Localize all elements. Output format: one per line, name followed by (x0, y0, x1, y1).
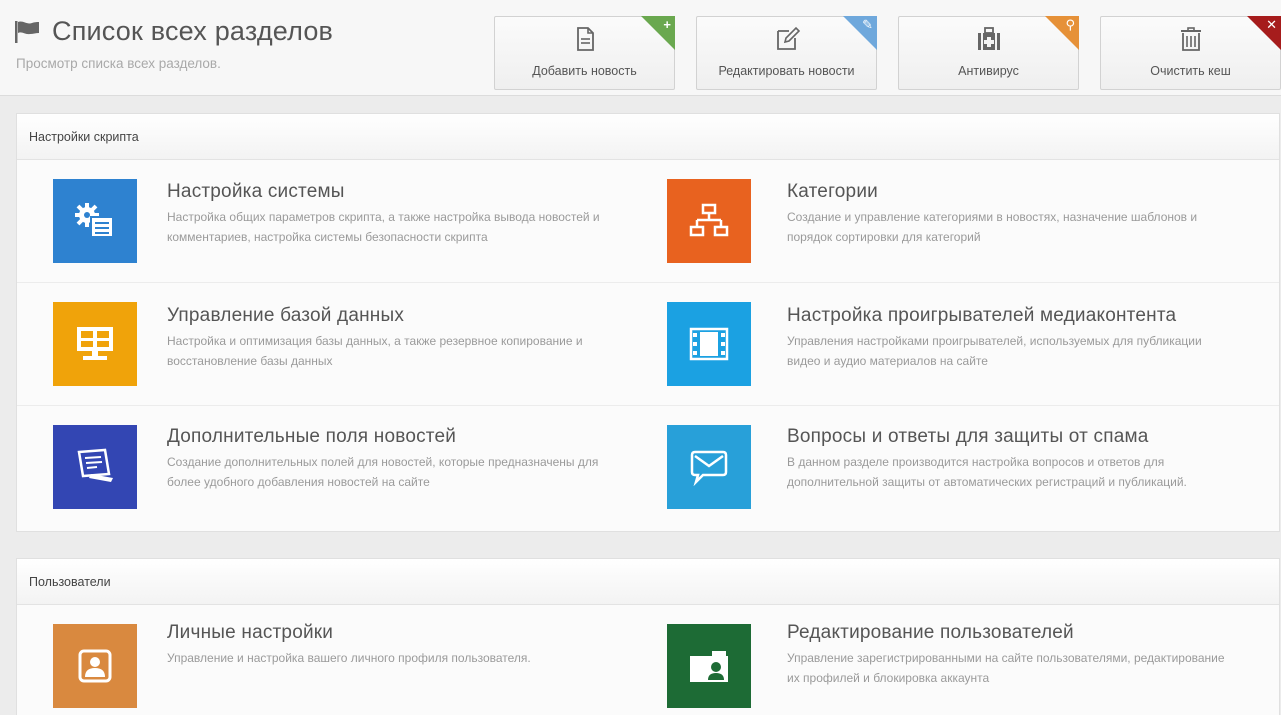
clear-cache-label: Очистить кеш (1150, 64, 1231, 78)
tile-title: Дополнительные поля новостей (167, 426, 457, 447)
tile-row: Настройка системы Настройка общих параме… (17, 160, 1279, 283)
section-title: Настройки скрипта (17, 114, 1279, 160)
tile-extra-fields[interactable]: Дополнительные поля новостей Создание до… (17, 406, 648, 531)
tile-text: Управление базой данных Настройка и опти… (167, 305, 612, 371)
sitemap-icon (667, 179, 751, 263)
tile-title: Редактирование пользователей (787, 622, 1074, 643)
settings-icon (53, 179, 137, 263)
tile-categories[interactable]: Категории Создание и управление категори… (648, 160, 1279, 282)
pencil-icon: ✎ (862, 17, 873, 32)
plus-icon: + (663, 17, 671, 32)
tile-text: Редактирование пользователей Управление … (787, 622, 1232, 688)
flag-icon (15, 20, 39, 43)
section-users: Пользователи Личные настройки Управление… (16, 558, 1280, 715)
tile-title: Категории (787, 181, 878, 202)
search-icon: ⚲ (1065, 17, 1075, 32)
tile-description: В данном разделе производится настройка … (787, 455, 1187, 489)
tile-media-players[interactable]: Настройка проигрывателей медиаконтента У… (648, 283, 1279, 405)
edit-icon (776, 26, 800, 50)
envelope-icon (667, 425, 751, 509)
trash-icon (1180, 27, 1201, 51)
tile-row: Личные настройки Управление и настройка … (17, 605, 1279, 715)
tile-row: Дополнительные поля новостей Создание до… (17, 406, 1279, 531)
tile-title: Настройка проигрывателей медиаконтента (787, 305, 1177, 326)
tile-description: Управление зарегистрированными на сайте … (787, 651, 1225, 685)
add-news-button[interactable]: Добавить новость + (494, 16, 675, 90)
tile-title: Личные настройки (167, 622, 334, 643)
tile-text: Вопросы и ответы для защиты от спама В д… (787, 426, 1232, 492)
page-subtitle: Просмотр списка всех разделов. (16, 56, 221, 71)
page-title: Список всех разделов (52, 16, 334, 46)
tile-anti-spam[interactable]: Вопросы и ответы для защиты от спама В д… (648, 406, 1279, 531)
form-icon (53, 425, 137, 509)
database-monitor-icon (53, 302, 137, 386)
tile-personal-settings[interactable]: Личные настройки Управление и настройка … (17, 605, 648, 715)
document-icon (576, 27, 594, 51)
section-script-settings: Настройки скрипта Настройка системы Наст… (16, 113, 1280, 532)
tile-text: Настройка проигрывателей медиаконтента У… (787, 305, 1232, 371)
toolbar-actions: Добавить новость + Редактировать новости… (494, 16, 1281, 90)
title-row: Список всех разделов (14, 16, 333, 47)
antivirus-button[interactable]: Антивирус ⚲ (898, 16, 1079, 90)
tile-database[interactable]: Управление базой данных Настройка и опти… (17, 283, 648, 405)
tile-edit-users[interactable]: Редактирование пользователей Управление … (648, 605, 1279, 715)
tile-description: Создание дополнительных полей для новост… (167, 455, 599, 489)
tile-text: Категории Создание и управление категори… (787, 181, 1232, 247)
user-icon (53, 624, 137, 708)
tile-description: Создание и управление категориями в ново… (787, 210, 1198, 244)
tile-title: Вопросы и ответы для защиты от спама (787, 426, 1149, 447)
tile-description: Управление и настройка вашего личного пр… (167, 651, 531, 665)
tile-title: Управление базой данных (167, 305, 405, 326)
add-news-label: Добавить новость (532, 64, 637, 78)
clear-cache-button[interactable]: Очистить кеш ✕ (1100, 16, 1281, 90)
close-icon: ✕ (1266, 17, 1277, 32)
tile-row: Управление базой данных Настройка и опти… (17, 283, 1279, 406)
id-card-icon (667, 624, 751, 708)
tile-description: Настройка и оптимизация базы данных, а т… (167, 334, 583, 368)
section-title: Пользователи (17, 559, 1279, 605)
tile-description: Настройка общих параметров скрипта, а та… (167, 210, 600, 244)
tile-text: Настройка системы Настройка общих параме… (167, 181, 612, 247)
tile-title: Настройка системы (167, 181, 345, 202)
film-icon (667, 302, 751, 386)
edit-news-label: Редактировать новости (718, 64, 855, 78)
antivirus-label: Антивирус (958, 64, 1019, 78)
medkit-icon (977, 27, 1000, 50)
tile-text: Личные настройки Управление и настройка … (167, 622, 612, 668)
tile-text: Дополнительные поля новостей Создание до… (167, 426, 612, 492)
tile-system-settings[interactable]: Настройка системы Настройка общих параме… (17, 160, 648, 282)
page-header: Список всех разделов Просмотр списка все… (0, 0, 1281, 96)
tile-description: Управления настройками проигрывателей, и… (787, 334, 1202, 368)
edit-news-button[interactable]: Редактировать новости ✎ (696, 16, 877, 90)
